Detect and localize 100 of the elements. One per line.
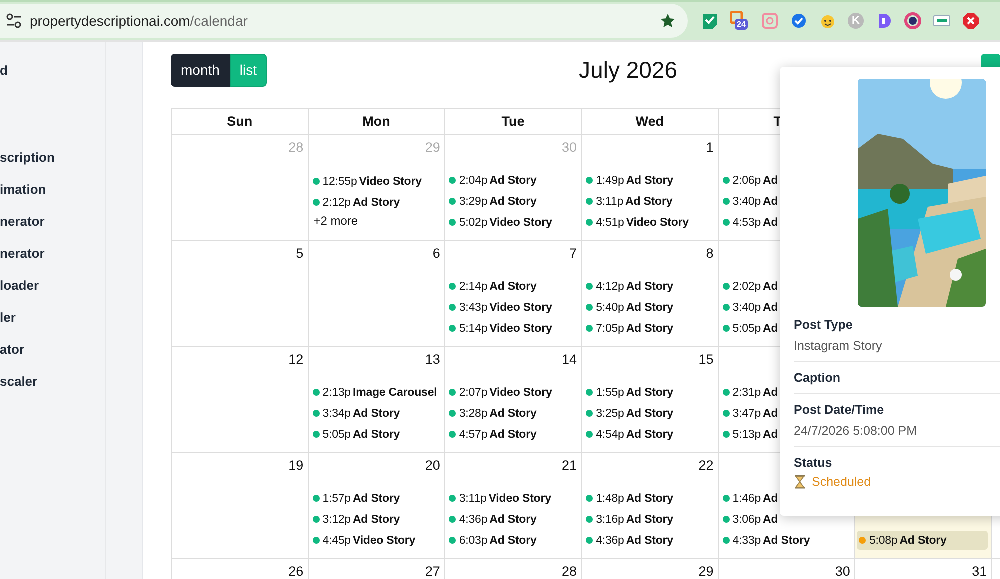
event-time: 3:47p bbox=[732, 408, 762, 420]
weekday-header: Mon bbox=[362, 114, 390, 129]
event-time: 3:16p bbox=[596, 514, 624, 526]
event-time: 5:40p bbox=[596, 302, 624, 314]
event-time: 3:28p bbox=[459, 408, 488, 420]
event-time: 4:45p bbox=[322, 534, 351, 546]
event-title: Ad Story bbox=[626, 534, 674, 546]
event-title: Ad Story bbox=[626, 386, 674, 398]
event-title: Ad Story bbox=[352, 514, 400, 526]
day-number: 28 bbox=[288, 139, 305, 157]
day-number: 7 bbox=[568, 245, 578, 263]
event-title: Ad Story bbox=[626, 280, 674, 292]
event-title: Ad bbox=[763, 408, 778, 420]
field-label: Caption bbox=[794, 370, 842, 386]
day-number: 30 bbox=[561, 139, 578, 157]
event-time: 1:46p bbox=[732, 492, 762, 504]
event-time: 3:25p bbox=[596, 408, 624, 420]
event-title: Ad Story bbox=[626, 322, 674, 334]
event-title: Video Story bbox=[490, 322, 552, 334]
day-number: 13 bbox=[424, 351, 442, 369]
field-value: 24/7/2026 5:08:00 PM bbox=[794, 423, 918, 439]
event-time: 3:06p bbox=[732, 514, 762, 526]
event-title: Ad Story bbox=[626, 492, 674, 504]
event-title: Ad bbox=[763, 386, 778, 398]
event-time: 3:11p bbox=[459, 492, 487, 504]
event-time: 3:11p bbox=[596, 196, 624, 208]
event-title: Ad bbox=[763, 196, 778, 208]
event-time: 3:40p bbox=[732, 196, 762, 208]
field-label: Post Date/Time bbox=[794, 402, 886, 418]
event-time: 7:05p bbox=[596, 322, 624, 334]
event-time: 5:05p bbox=[322, 428, 351, 440]
event-title: Ad bbox=[763, 216, 778, 228]
event-title: Ad Story bbox=[352, 408, 400, 420]
event-title: Ad bbox=[763, 322, 778, 334]
event-time: 4:51p bbox=[596, 216, 624, 228]
event-time: 3:29p bbox=[459, 196, 488, 208]
weekday-header: Sun bbox=[227, 114, 253, 129]
event-time: 4:54p bbox=[596, 428, 624, 440]
url-text: propertydescriptionai.com/calendar bbox=[30, 13, 249, 29]
weekday-header: Wed bbox=[636, 114, 664, 129]
event-title: Ad Story bbox=[490, 174, 537, 186]
event-time: 1:49p bbox=[596, 174, 624, 186]
event-time: 2:13p bbox=[322, 386, 351, 398]
day-number: 19 bbox=[288, 457, 305, 475]
event-title: Ad Story bbox=[626, 408, 674, 420]
event-time: 5:05p bbox=[732, 322, 762, 334]
day-number: 28 bbox=[561, 563, 578, 579]
event-time: 2:06p bbox=[732, 174, 762, 186]
event-title: Video Story bbox=[490, 386, 552, 398]
event-time: 5:14p bbox=[459, 322, 488, 334]
event-time: 1:57p bbox=[322, 492, 351, 504]
event-title: Ad Story bbox=[490, 534, 537, 546]
event-time: 5:13p bbox=[732, 428, 762, 440]
event-time: 4:57p bbox=[459, 428, 488, 440]
event-time: 12:55p bbox=[322, 176, 358, 188]
day-number: 12 bbox=[288, 351, 305, 369]
event-title: Ad Story bbox=[626, 428, 674, 440]
event-time: 4:36p bbox=[596, 534, 624, 546]
event-title: Ad Story bbox=[352, 196, 400, 208]
day-number: 15 bbox=[698, 351, 715, 369]
day-number: 22 bbox=[698, 457, 715, 475]
event-time: 2:04p bbox=[459, 174, 488, 186]
day-number: 27 bbox=[424, 563, 442, 579]
event-time: 5:08p bbox=[869, 534, 898, 546]
day-number: 21 bbox=[561, 457, 578, 475]
event-title: Ad Story bbox=[490, 280, 537, 292]
event-time: 3:40p bbox=[732, 302, 762, 314]
event-title: Ad Story bbox=[490, 196, 537, 208]
event-time: 3:12p bbox=[322, 514, 351, 526]
day-number: 8 bbox=[705, 245, 715, 263]
event-time: 2:02p bbox=[732, 280, 762, 292]
event-title: Ad Story bbox=[490, 514, 537, 526]
calendar-title: July 2026 bbox=[579, 56, 678, 84]
day-number: 14 bbox=[561, 351, 578, 369]
event-title: Video Story bbox=[359, 176, 422, 188]
event-time: 2:07p bbox=[459, 386, 488, 398]
day-number: 20 bbox=[424, 457, 442, 475]
day-number: 31 bbox=[971, 563, 988, 579]
day-number: 29 bbox=[424, 139, 442, 157]
event-time: 5:02p bbox=[459, 216, 488, 228]
day-number: 5 bbox=[295, 245, 305, 263]
event-time: 3:34p bbox=[322, 408, 351, 420]
event-title: Ad Story bbox=[626, 196, 673, 208]
day-number: 26 bbox=[288, 563, 305, 579]
event-title: Video Story bbox=[490, 216, 552, 228]
status-value: Scheduled bbox=[812, 475, 872, 489]
event-title: Image Carousel bbox=[352, 386, 438, 398]
event-time: 2:12p bbox=[322, 196, 351, 208]
event-time: 2:14p bbox=[459, 280, 488, 292]
event-time: 6:03p bbox=[459, 534, 488, 546]
event-time: 4:12p bbox=[596, 280, 624, 292]
event-time: 2:31p bbox=[732, 386, 762, 398]
event-title: Ad bbox=[763, 514, 778, 526]
event-title: Ad bbox=[763, 174, 778, 186]
event-title: Ad Story bbox=[626, 302, 674, 314]
event-title: Ad Story bbox=[900, 534, 947, 546]
event-title: Ad bbox=[763, 492, 778, 504]
field-value: Instagram Story bbox=[794, 338, 884, 354]
event-title: Ad bbox=[763, 302, 778, 314]
day-number: 6 bbox=[432, 245, 442, 263]
